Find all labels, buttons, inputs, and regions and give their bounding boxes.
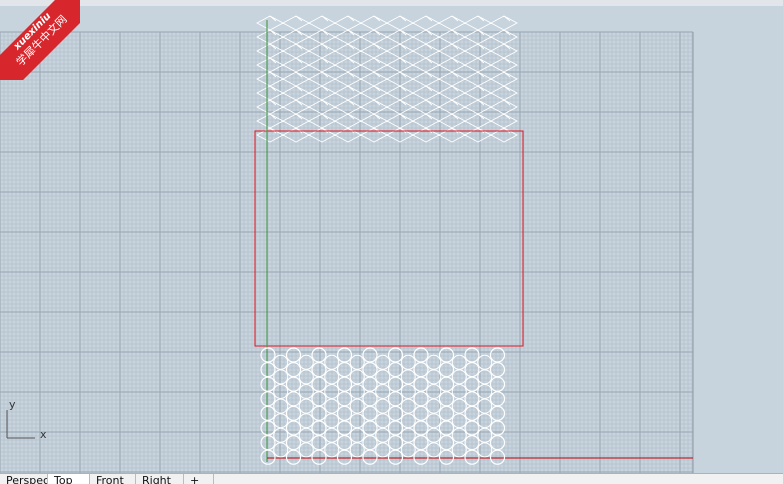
axis-y-label: y [9,398,16,411]
watermark-brand-cn: 学犀牛中文网 [13,12,70,69]
world-axis-icon [6,410,35,439]
axis-x-label: x [40,428,47,441]
top-viewport[interactable]: xuexiniu 学犀牛中文网 y x [0,0,783,473]
viewport-canvas[interactable] [0,6,783,473]
viewport-tab-bar: Perspective Top Front Right + [0,473,783,484]
watermark-logo: xuexiniu 学犀牛中文网 [0,0,80,80]
watermark-band: xuexiniu 学犀牛中文网 [0,0,80,80]
